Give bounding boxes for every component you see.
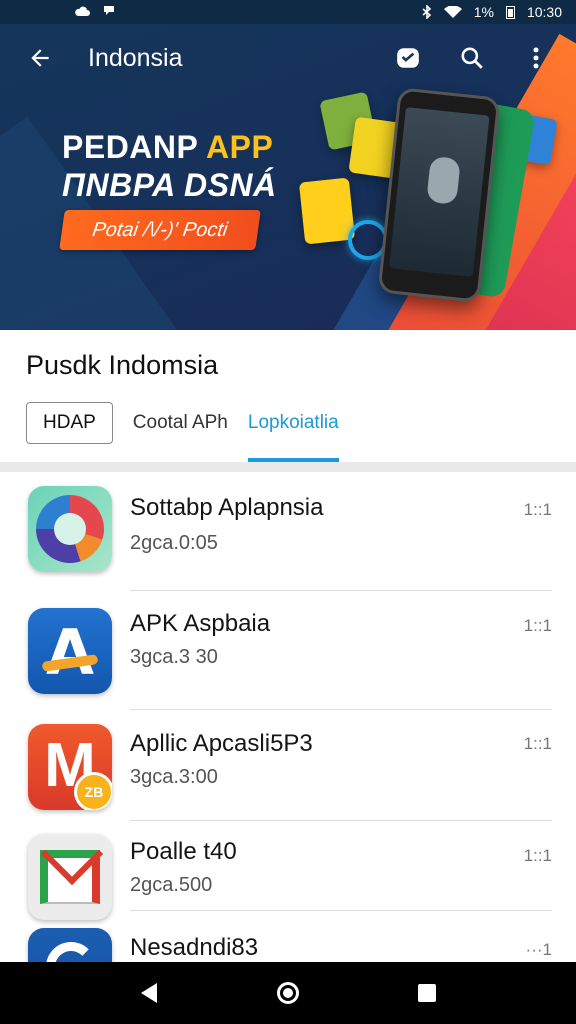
tab-lopkoiatlia[interactable]: Lopkoiatlia — [247, 402, 339, 462]
app-name: Nesadndi83 — [130, 934, 259, 961]
app-size: 1::1 — [523, 846, 552, 865]
mail-envelope — [40, 850, 100, 904]
section-divider — [0, 462, 576, 472]
coin-badge-icon: ZB — [74, 772, 112, 810]
swirl-icon-ring — [36, 495, 104, 563]
more-vert-icon[interactable] — [514, 36, 558, 80]
battery-percent: 1% — [473, 4, 494, 20]
tab-cootal-aph[interactable]: Cootal APh — [133, 402, 228, 444]
battery-icon — [505, 5, 515, 19]
letter-a-glyph: A — [46, 616, 94, 689]
tab-hdap[interactable]: HDAP — [26, 402, 113, 444]
app-size: 1::1 — [523, 734, 552, 753]
app-size: ···1 — [525, 940, 552, 959]
banner-decor-tile — [298, 177, 356, 245]
row-divider — [130, 590, 552, 591]
section-title: Pusdk Indomsia — [26, 350, 219, 380]
banner-cta-button[interactable]: Potai /\/-)' Pocti — [59, 210, 261, 250]
app-bar-title: Indonsia — [88, 43, 183, 72]
back-arrow-icon[interactable] — [18, 36, 62, 80]
mail-icon — [28, 834, 112, 920]
letter-m-icon: M ZB — [28, 724, 112, 810]
app-name: APK Aspbaia — [130, 610, 271, 637]
nav-recents-icon — [417, 984, 436, 1002]
app-meta: 3gca.3 30 — [130, 646, 218, 668]
nav-back-icon — [141, 983, 158, 1003]
app-size: 1::1 — [523, 616, 552, 635]
system-nav-bar — [0, 962, 576, 1024]
inbox-icon[interactable] — [386, 36, 430, 80]
bluetooth-icon — [422, 5, 432, 19]
app-name: Apllic Apcasli5P3 — [130, 730, 313, 757]
app-bar: Indonsia — [0, 24, 576, 92]
status-right: 1% 10:30 — [422, 4, 562, 20]
status-left — [74, 4, 116, 20]
nav-back-button[interactable] — [125, 969, 173, 1017]
wifi-icon — [443, 5, 462, 19]
status-time: 10:30 — [526, 4, 562, 20]
banner-phone-screen — [389, 107, 490, 277]
nav-home-button[interactable] — [264, 969, 312, 1017]
app-name: Poalle t40 — [130, 838, 237, 865]
nav-recents-button[interactable] — [403, 969, 451, 1017]
notification-icon — [102, 4, 116, 20]
banner-headline-accent: APP — [205, 129, 274, 165]
swirl-icon — [28, 486, 112, 572]
row-divider — [130, 910, 552, 911]
app-meta: 2gca.500 — [130, 874, 213, 896]
banner-headline-line1: PEDANP APP — [62, 128, 277, 166]
banner-headline: PEDANP APP ΠNBPA DSNÁ — [62, 128, 277, 205]
list-item[interactable]: M ZB Apllic Apcasli5P3 3gca.3:00 1::1 — [0, 710, 576, 821]
cloud-icon — [74, 4, 90, 20]
banner-headline-part1: PEDANP — [62, 129, 206, 165]
app-meta: 3gca.3:00 — [130, 766, 218, 788]
letter-a-icon: A — [28, 608, 112, 694]
list-item[interactable]: Sottabp Aplapnsia 2gca.0:05 1::1 — [0, 472, 576, 591]
list-item[interactable]: Poalle t40 2gca.500 1::1 — [0, 820, 576, 930]
banner-phone-illustration — [377, 87, 501, 303]
hero-banner[interactable]: Indonsia PEDANP APP ΠNBPA DSNÁ Potai /\/… — [0, 24, 576, 330]
tab-bar: HDAP Cootal APh Lopkoiatlia — [26, 402, 339, 462]
list-item[interactable]: A APK Aspbaia 3gca.3 30 1::1 — [0, 592, 576, 710]
app-meta: 2gca.0:05 — [130, 532, 218, 554]
app-bar-actions — [386, 36, 558, 80]
status-bar: 1% 10:30 — [0, 0, 576, 24]
nav-home-icon — [276, 982, 299, 1004]
search-icon[interactable] — [450, 36, 494, 80]
app-size: 1::1 — [523, 500, 552, 519]
app-name: Sottabp Aplapnsia — [130, 494, 324, 521]
banner-headline-line2: ΠNBPA DSNÁ — [62, 167, 277, 204]
